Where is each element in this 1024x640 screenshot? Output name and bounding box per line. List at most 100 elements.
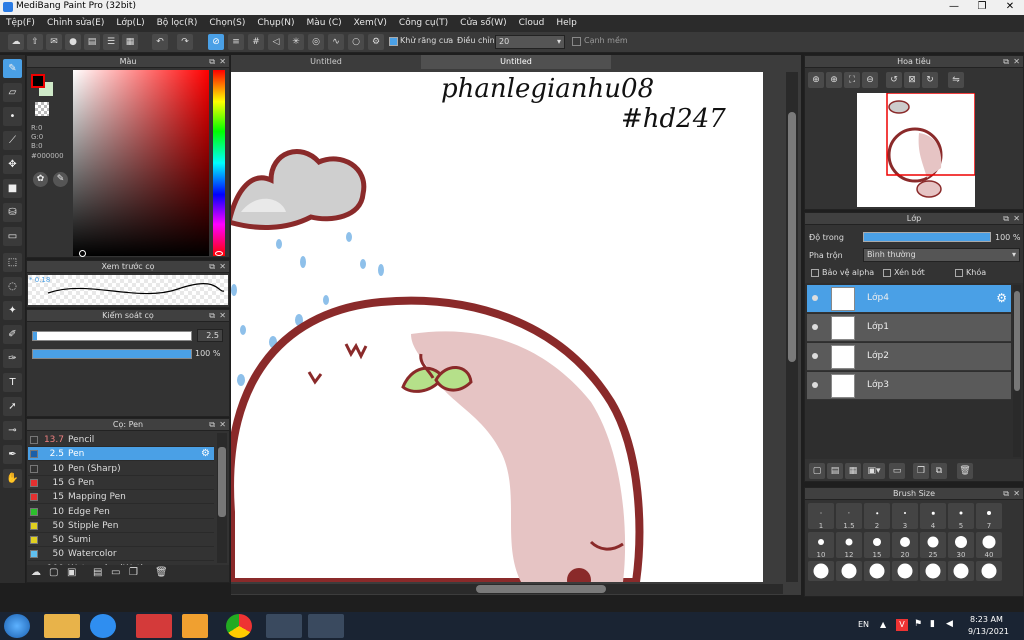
menu-window[interactable]: Cửa sổ(W)	[454, 15, 512, 32]
brush-size-cell[interactable]	[920, 561, 946, 581]
brush-size-cell[interactable]: 10	[808, 532, 834, 559]
zoom-in-icon[interactable]: ⊕	[808, 72, 824, 88]
brush-size-cell[interactable]: 1	[808, 503, 834, 530]
menu-edit[interactable]: Chỉnh sửa(E)	[41, 15, 110, 32]
brush-settings-icon[interactable]: ▤	[93, 567, 102, 578]
merge-layer-icon[interactable]: ⧉	[931, 463, 947, 479]
panel-close-icon[interactable]: ✕	[1013, 214, 1020, 223]
close-button[interactable]: ✕	[996, 0, 1024, 15]
brush-list-item[interactable]: 13.7 Pencil	[28, 433, 214, 447]
grid-icon[interactable]: ▦	[122, 34, 138, 50]
reset-view-icon[interactable]: ⊠	[904, 72, 920, 88]
tray-arrow-icon[interactable]: ▲	[880, 620, 886, 629]
blend-mode-select[interactable]: Bình thường ▾	[863, 248, 1020, 262]
layer-folder-icon[interactable]: ▭	[889, 463, 905, 479]
undo-icon[interactable]: ↶	[152, 34, 168, 50]
menu-snap[interactable]: Chụp(N)	[251, 15, 300, 32]
eye-icon[interactable]	[812, 324, 818, 330]
snap-off-icon[interactable]: ⊘	[208, 34, 224, 50]
tray-flag-icon[interactable]: ⚑	[914, 619, 922, 629]
delete-brush-icon[interactable]: 🗑	[155, 567, 168, 578]
transparent-swatch[interactable]	[35, 102, 49, 116]
pen-tool-icon[interactable]: ⟋	[3, 131, 22, 150]
select-tool-icon[interactable]: ⬚	[3, 253, 22, 272]
layer-list-scrollbar[interactable]	[1013, 285, 1021, 457]
lock-checkbox[interactable]	[955, 269, 963, 277]
new-layer-icon[interactable]: ▢	[809, 463, 825, 479]
menu-file[interactable]: Tệp(F)	[0, 15, 41, 32]
popout-icon[interactable]: ⧉	[209, 311, 215, 321]
adjust-select[interactable]: 20 ▾	[495, 35, 565, 49]
upload-icon[interactable]: ⇧	[27, 34, 43, 50]
dot-tool-icon[interactable]: •	[3, 107, 22, 126]
perspective-snap-icon[interactable]: ◁	[268, 34, 284, 50]
add-layer-menu-icon[interactable]: ▣▾	[863, 463, 885, 479]
zalo-icon[interactable]	[90, 614, 116, 638]
layer-opacity-slider[interactable]	[863, 232, 991, 242]
grid-snap-icon[interactable]: #	[248, 34, 264, 50]
redo-icon[interactable]: ↷	[177, 34, 193, 50]
cloud-icon[interactable]: ☁	[8, 34, 24, 50]
clipping-checkbox[interactable]	[883, 269, 891, 277]
brush-list-item[interactable]: 15 G Pen	[28, 476, 214, 490]
drawing-canvas[interactable]: phanlegianhu08 #hd247	[231, 72, 763, 582]
select-pen-icon[interactable]: ✐	[3, 325, 22, 344]
clock-time[interactable]: 8:23 AM	[970, 615, 1003, 624]
panel-close-icon[interactable]: ✕	[219, 420, 226, 429]
eraser-tool-icon[interactable]: ▱	[3, 83, 22, 102]
parallel-snap-icon[interactable]: ≡	[228, 34, 244, 50]
curve-snap-icon[interactable]: ∿	[328, 34, 344, 50]
soft-edge-checkbox[interactable]	[572, 37, 581, 46]
panel-close-icon[interactable]: ✕	[1013, 57, 1020, 66]
palette-icon[interactable]: ✿	[33, 172, 48, 187]
eye-icon[interactable]	[812, 353, 818, 359]
brush-list-item[interactable]: 10 Edge Pen	[28, 505, 214, 519]
brush-size-slider[interactable]	[32, 331, 192, 341]
brush-size-cell[interactable]	[948, 561, 974, 581]
brush-size-cell[interactable]: 15	[864, 532, 890, 559]
flip-icon[interactable]: ⇋	[948, 72, 964, 88]
duplicate-layer-icon[interactable]: ❐	[913, 463, 929, 479]
new-halftone-layer-icon[interactable]: ▤	[827, 463, 843, 479]
tab-untitled-1[interactable]: Untitled	[231, 55, 421, 69]
palette-edit-icon[interactable]: ✎	[53, 172, 68, 187]
antialias-checkbox[interactable]	[389, 37, 398, 46]
start-button[interactable]	[4, 614, 30, 638]
brush-size-cell[interactable]: 3	[892, 503, 918, 530]
brush-size-cell[interactable]: 40	[976, 532, 1002, 559]
select-eraser-icon[interactable]: ✑	[3, 349, 22, 368]
brush-size-cell[interactable]: 7	[976, 503, 1002, 530]
gradient-tool-icon[interactable]: ▭	[3, 227, 22, 246]
panel-close-icon[interactable]: ✕	[219, 262, 226, 271]
lasso-tool-icon[interactable]: ◌	[3, 277, 22, 296]
brush-size-cell[interactable]	[808, 561, 834, 581]
brush-list-item[interactable]: 10 Pen (Sharp)	[28, 462, 214, 476]
layer-row[interactable]: Lớp3	[807, 372, 1011, 400]
primary-color-swatch[interactable]	[31, 74, 45, 88]
brush-list-scrollbar[interactable]	[217, 433, 227, 563]
operation-tool-icon[interactable]: ➚	[3, 397, 22, 416]
tab-untitled-2[interactable]: Untitled	[421, 55, 611, 69]
zoom-in-2-icon[interactable]: ⊕	[826, 72, 842, 88]
canvas-horizontal-scrollbar[interactable]	[231, 584, 783, 594]
canvas-vertical-scrollbar[interactable]	[786, 72, 798, 582]
brush-size-cell[interactable]	[836, 561, 862, 581]
network-icon[interactable]: ▮	[930, 619, 935, 629]
cloud-brush-icon[interactable]: ☁	[31, 567, 41, 578]
popout-icon[interactable]: ⧉	[209, 420, 215, 430]
concentric-snap-icon[interactable]: ◎	[308, 34, 324, 50]
rotate-right-icon[interactable]: ↻	[922, 72, 938, 88]
brush-list-item[interactable]: 50 Stipple Pen	[28, 519, 214, 533]
brush-size-cell[interactable]: 20	[892, 532, 918, 559]
popout-icon[interactable]: ⧉	[209, 262, 215, 272]
vietnamese-input-icon[interactable]	[136, 614, 172, 638]
brush-size-cell[interactable]	[892, 561, 918, 581]
zoom-out-icon[interactable]: ⊖	[862, 72, 878, 88]
brush-size-value[interactable]: 2.5	[197, 329, 223, 342]
delete-layer-icon[interactable]: 🗑	[957, 463, 973, 479]
document-app-icon[interactable]	[182, 614, 208, 638]
brush-list-item[interactable]: 15 Mapping Pen	[28, 490, 214, 505]
volume-icon[interactable]: ◀	[946, 619, 953, 629]
document-icon[interactable]: ▤	[84, 34, 100, 50]
chrome-icon[interactable]	[226, 614, 252, 638]
